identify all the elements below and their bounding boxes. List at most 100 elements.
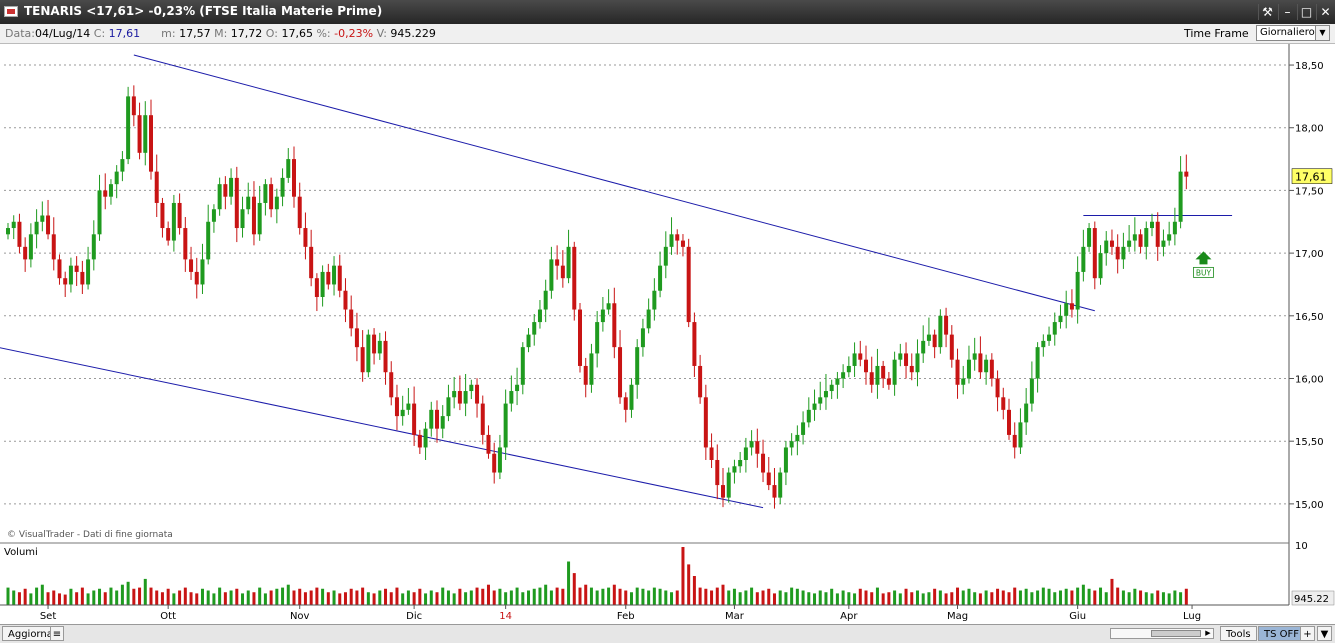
volume-bar (1104, 592, 1108, 605)
candle-body (732, 466, 737, 473)
volume-bar (835, 593, 839, 605)
volume-bar (1087, 588, 1091, 605)
candle-body (669, 234, 674, 247)
candle-body (526, 334, 531, 348)
timeframe-value: Giornaliero (1260, 27, 1315, 38)
candle-body (1047, 334, 1052, 341)
volume-bar (98, 588, 102, 605)
volume-bar (875, 587, 879, 605)
wrench-icon[interactable]: ⚒ (1258, 4, 1276, 20)
candle-body (881, 365, 886, 379)
chevron-right-icon[interactable]: ▶ (1203, 629, 1213, 638)
price-chart[interactable]: 18,50 18,00 17,50 17,00 16,50 16,00 15,50 15,00… (0, 44, 1335, 624)
ts-off-button[interactable]: TS OFF (1258, 626, 1306, 641)
time-scrollbar[interactable]: ▶ (1110, 628, 1214, 639)
candle-body (492, 453, 497, 473)
volume-bar (338, 593, 342, 605)
candle-body (818, 397, 823, 404)
volume-bar (584, 584, 588, 605)
candle-body (789, 441, 794, 448)
volume-bar (921, 593, 925, 605)
candle-body (360, 347, 365, 373)
tools-button[interactable]: Tools (1220, 626, 1257, 641)
candle-body (972, 353, 977, 360)
candle-body (154, 171, 159, 203)
volume-value: 945.229 (390, 27, 436, 40)
candle-body (835, 378, 840, 385)
volume-bar (1081, 584, 1085, 605)
volume-bar (675, 590, 679, 605)
candle-body (1161, 240, 1166, 247)
close-icon[interactable]: ✕ (1316, 4, 1334, 20)
minimize-icon[interactable]: – (1278, 4, 1296, 20)
candle-body (1178, 171, 1183, 222)
candle-body (795, 434, 800, 442)
candle-body (229, 177, 234, 197)
candle-body (28, 234, 33, 260)
volume-bar (978, 593, 982, 605)
volume-bar (961, 590, 965, 605)
candle-body (938, 315, 943, 348)
volume-bar (1121, 590, 1125, 605)
volume-bar (195, 593, 199, 605)
candle-body (583, 365, 588, 385)
volume-bar (813, 593, 817, 605)
candle-body (869, 372, 874, 385)
candle-body (269, 184, 274, 210)
trendline-upper-channel (133, 54, 1095, 312)
volume-bar (767, 588, 771, 605)
candle-body (457, 391, 462, 404)
candle-body (703, 397, 708, 448)
candle-body (240, 209, 245, 229)
timeframe-select[interactable]: Giornaliero ▼ (1256, 25, 1330, 41)
candle-body (303, 228, 308, 247)
volume-bar (286, 584, 290, 605)
volume-bar (790, 587, 794, 605)
close-value: 17,61 (108, 27, 141, 40)
volume-bar (1007, 592, 1011, 605)
volume-bar (710, 590, 714, 605)
window-title: TENARIS <17,61> -0,23% (FTSE Italia Mate… (24, 4, 383, 18)
menu-icon[interactable]: ≡ (50, 626, 64, 641)
volume-bar (658, 588, 662, 605)
candle-body (1144, 228, 1149, 247)
candle-body (995, 378, 1000, 398)
volume-bar (486, 584, 490, 605)
volume-bar (166, 588, 170, 605)
maximize-icon[interactable]: □ (1297, 4, 1315, 20)
candle-body (600, 309, 605, 323)
volume-bar (189, 592, 193, 605)
candle-body (640, 328, 645, 348)
volume-bar (481, 588, 485, 605)
candle-body (377, 340, 382, 354)
candle-body (663, 246, 668, 266)
add-button[interactable]: + (1300, 626, 1315, 641)
volume-bar (343, 592, 347, 605)
x-tick-label: Nov (290, 611, 310, 622)
candle-body (131, 96, 136, 116)
chevron-down-icon[interactable]: ▼ (1317, 626, 1332, 641)
volume-bar (1036, 590, 1040, 605)
candle-body (1184, 171, 1189, 177)
volume-bar (206, 590, 210, 605)
volume-bar (263, 593, 267, 605)
volume-bar (309, 590, 313, 605)
candle-body (6, 228, 10, 235)
chart-area[interactable]: 18,50 18,00 17,50 17,00 16,50 16,00 15,50 15,00… (0, 44, 1335, 624)
candle-body (520, 347, 525, 385)
candle-body (680, 240, 685, 247)
volume-bar (395, 587, 399, 605)
chevron-down-icon[interactable]: ▼ (1315, 26, 1329, 40)
x-tick-label: Ott (160, 611, 176, 622)
candle-body (944, 315, 949, 335)
volume-bar (801, 590, 805, 605)
candle-body (846, 365, 851, 373)
volume-bar (86, 593, 90, 605)
candle-body (635, 347, 640, 385)
candle-body (91, 234, 96, 260)
candle-body (646, 309, 651, 329)
candle-body (332, 265, 337, 285)
volume-bar (618, 588, 622, 605)
scroll-thumb[interactable] (1151, 630, 1201, 637)
volume-bar (544, 584, 548, 605)
